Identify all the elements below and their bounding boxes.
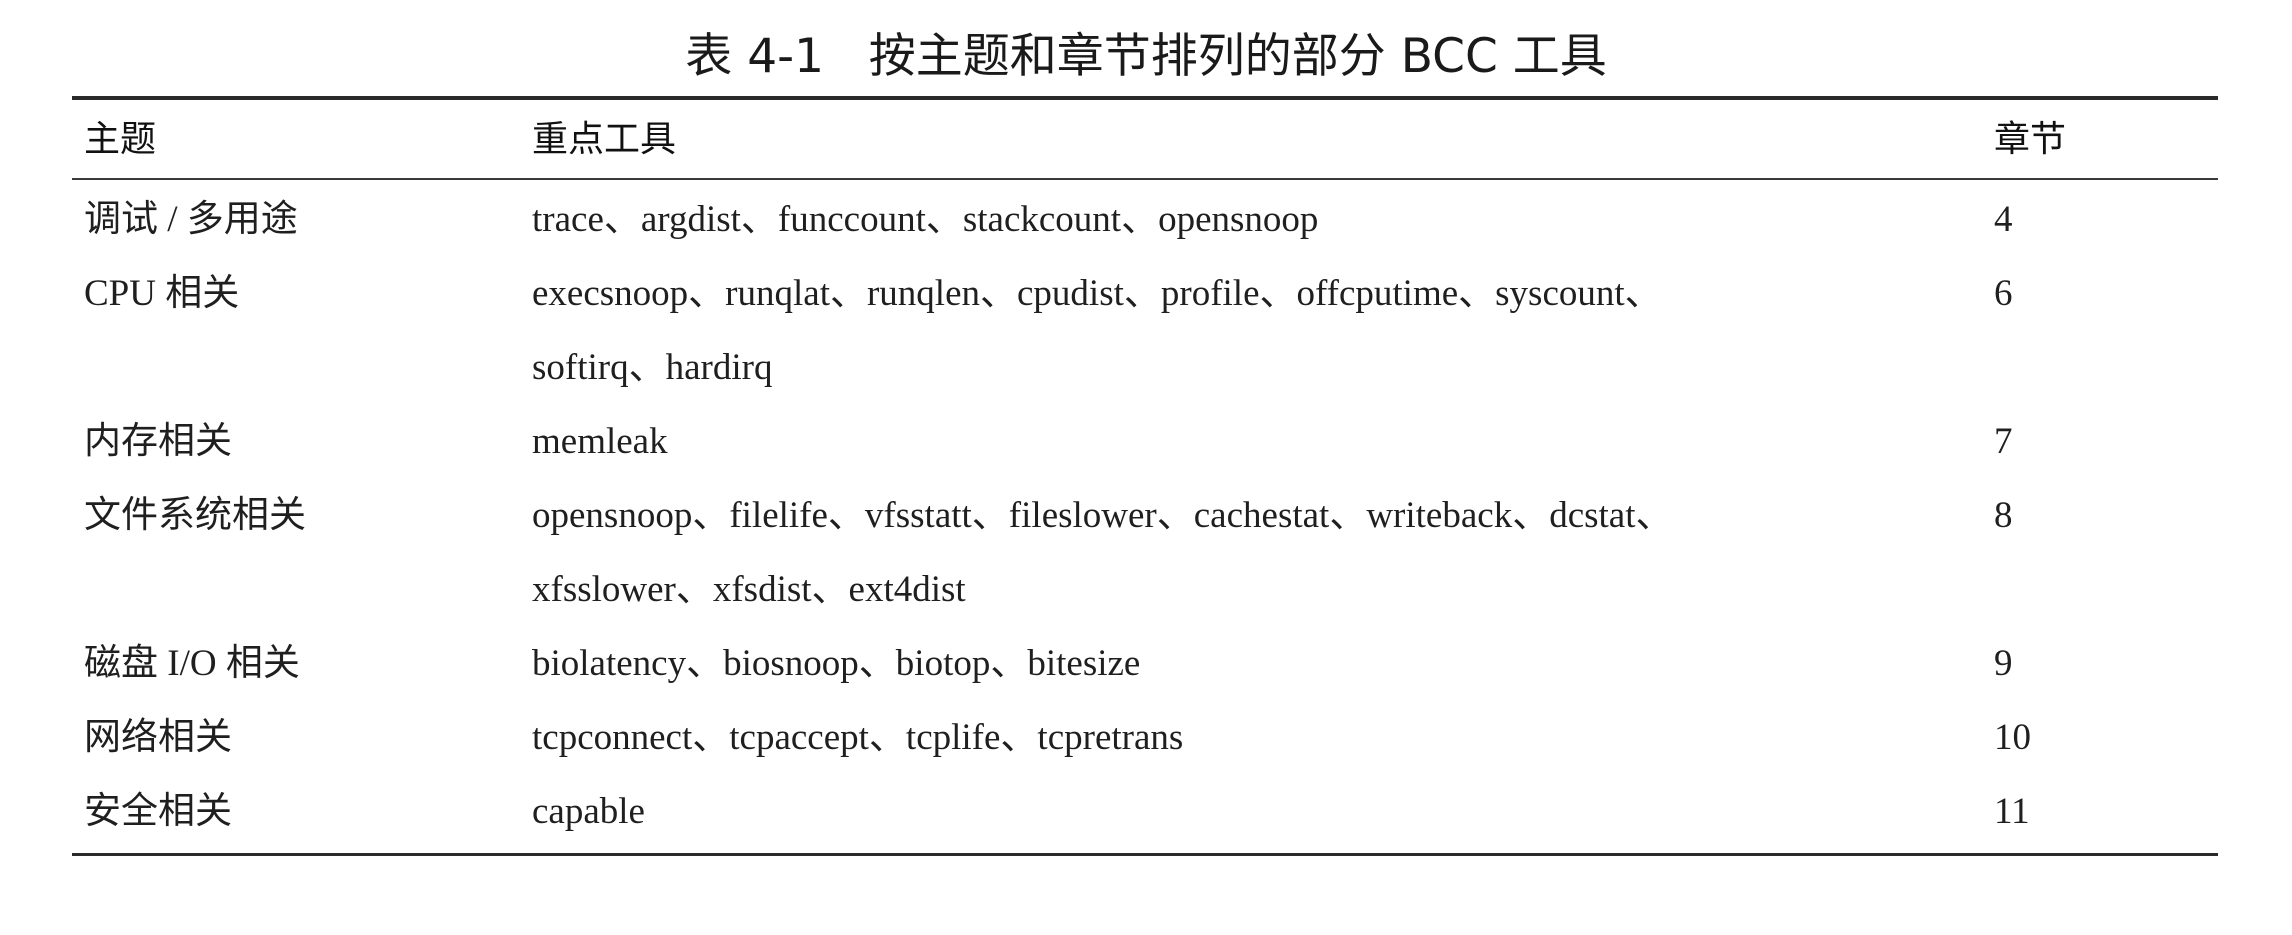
row-topic: 调试 / 多用途 [84,199,298,240]
header-topic: 主题 [84,119,157,160]
row-tools-line: trace、argdist、funccount、stackcount、opens… [532,199,1319,240]
document-page: 表 4-1 按主题和章节排列的部分 BCC 工具 主题 重点工具 章节 调试 /… [0,0,2292,935]
table-top-rule [72,96,2218,100]
row-topic: 文件系统相关 [84,495,306,536]
row-chapter: 7 [1994,421,2013,462]
table-header-rule [72,178,2218,180]
row-chapter: 11 [1994,791,2030,832]
table-bottom-rule [72,853,2218,856]
row-chapter: 8 [1994,495,2013,536]
row-tools-line: softirq、hardirq [532,347,773,388]
row-topic: 安全相关 [84,791,232,832]
row-chapter: 9 [1994,643,2013,684]
row-tools-line: execsnoop、runqlat、runqlen、cpudist、profil… [532,273,1662,314]
row-chapter: 4 [1994,199,2013,240]
row-topic: 磁盘 I/O 相关 [84,643,300,684]
row-tools-line: capable [532,791,645,832]
header-chapter: 章节 [1994,119,2067,160]
row-tools-line: memleak [532,421,668,462]
row-tools-line: tcpconnect、tcpaccept、tcplife、tcpretrans [532,717,1184,758]
header-tools: 重点工具 [532,119,677,160]
row-topic: CPU 相关 [84,273,240,314]
table-caption: 表 4-1 按主题和章节排列的部分 BCC 工具 [685,29,1607,84]
row-topic: 网络相关 [84,717,232,758]
row-tools-line: xfsslower、xfsdist、ext4dist [532,569,966,610]
row-chapter: 10 [1994,717,2031,758]
row-topic: 内存相关 [84,421,232,462]
row-tools-line: opensnoop、filelife、vfsstatt、fileslower、c… [532,495,1673,536]
row-chapter: 6 [1994,273,2013,314]
row-tools-line: biolatency、biosnoop、biotop、bitesize [532,643,1141,684]
